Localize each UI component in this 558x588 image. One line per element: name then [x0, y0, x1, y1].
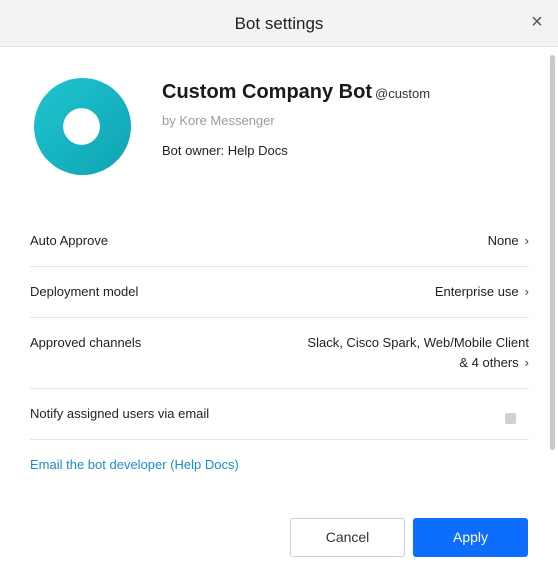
chevron-right-icon: › [524, 233, 529, 248]
dialog-header: Bot settings × [0, 0, 558, 47]
bot-name: Custom Company Bot [162, 81, 372, 103]
approved-channels-more: & 4 others › [307, 353, 529, 373]
email-developer-link[interactable]: Email the bot developer (Help Docs) [30, 457, 239, 472]
deployment-model-row[interactable]: Deployment model Enterprise use › [30, 267, 529, 318]
auto-approve-value: None [487, 233, 519, 248]
notify-row: Notify assigned users via email [30, 389, 529, 440]
bot-owner: Bot owner: Help Docs [162, 143, 288, 158]
apply-button[interactable]: Apply [413, 518, 528, 557]
notify-checkbox[interactable] [505, 413, 516, 424]
auto-approve-row[interactable]: Auto Approve None › [30, 225, 529, 267]
auto-approve-value-group[interactable]: None › [488, 231, 529, 251]
deployment-model-label: Deployment model [30, 284, 139, 299]
bot-name-line: Custom Company Bot @custom [162, 81, 430, 104]
approved-channels-row[interactable]: Approved channels Slack, Cisco Spark, We… [30, 318, 529, 389]
auto-approve-label: Auto Approve [30, 233, 109, 248]
chevron-right-icon: › [524, 355, 529, 370]
chevron-right-icon: › [524, 284, 529, 299]
deployment-model-value: Enterprise use [434, 284, 519, 299]
scrollbar[interactable] [550, 55, 555, 450]
approved-channels-label: Approved channels [30, 335, 142, 350]
deployment-model-value-group[interactable]: Enterprise use › [435, 282, 529, 302]
bot-settings-dialog: Bot settings × Custom Company Bot @custom… [0, 0, 558, 588]
bot-publisher: by Kore Messenger [162, 113, 275, 128]
dialog-title: Bot settings [234, 14, 324, 33]
bot-handle: @custom [375, 86, 431, 101]
approved-channels-more-text: & 4 others [459, 355, 519, 370]
notify-label: Notify assigned users via email [30, 406, 210, 421]
approved-channels-value-group[interactable]: Slack, Cisco Spark, Web/Mobile Client & … [307, 333, 529, 373]
ring-logo-icon [34, 78, 131, 175]
approved-channels-value: Slack, Cisco Spark, Web/Mobile Client [307, 335, 529, 350]
close-icon[interactable]: × [528, 12, 546, 32]
cancel-button[interactable]: Cancel [290, 518, 405, 557]
